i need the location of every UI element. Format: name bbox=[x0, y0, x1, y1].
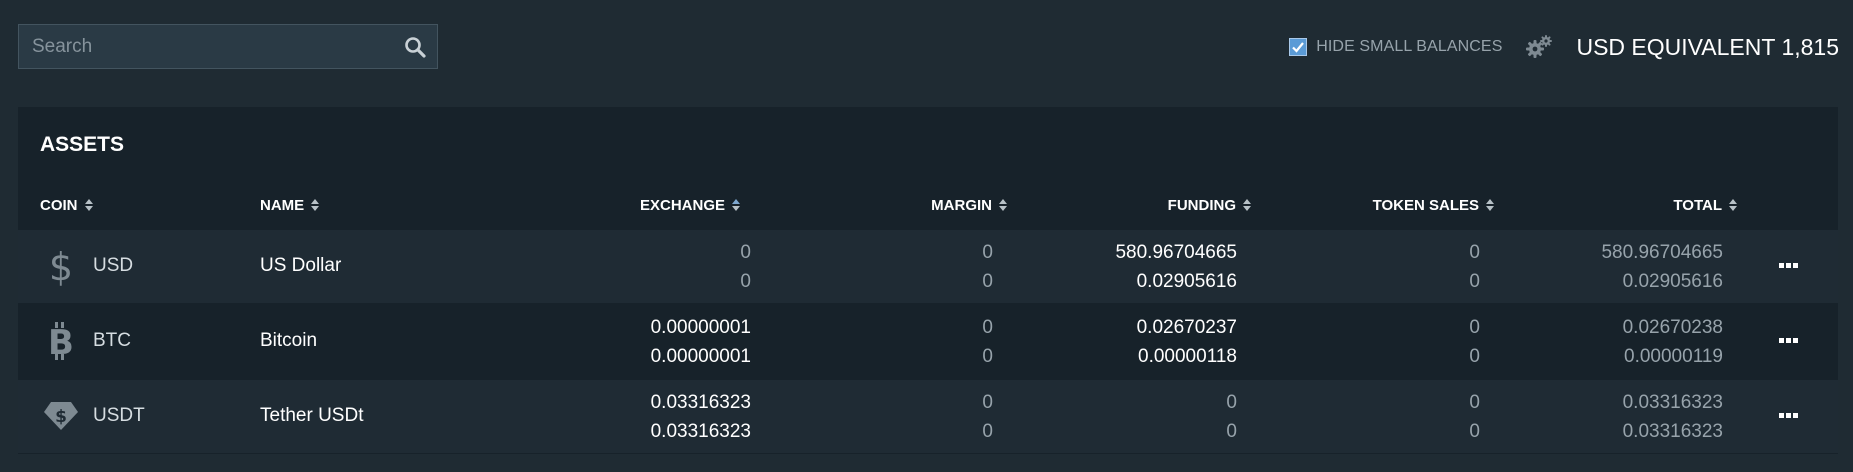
checkmark-icon bbox=[1292, 42, 1305, 53]
table-row[interactable]: B BTC Bitcoin 0.00000001 0.00000001 0 0 … bbox=[18, 305, 1838, 378]
sort-icon bbox=[731, 198, 741, 212]
more-options-icon[interactable] bbox=[1776, 333, 1802, 349]
hide-small-balances-label: HIDE SMALL BALANCES bbox=[1316, 38, 1503, 55]
funding-value: 0.00000118 bbox=[1138, 346, 1237, 367]
total-values: 0.02670238 0.00000119 bbox=[1623, 313, 1723, 371]
total-value: 0.02905616 bbox=[1622, 271, 1723, 292]
hide-small-balances-checkbox[interactable] bbox=[1289, 38, 1308, 56]
tether-icon: $ bbox=[40, 394, 82, 438]
token-sales-value: 0 bbox=[1469, 346, 1480, 367]
total-value: 0.03316323 bbox=[1622, 421, 1723, 442]
bitcoin-icon: B bbox=[40, 319, 82, 363]
top-right-controls: HIDE SMALL BALANCES USD EQUIVALENT 1,815 bbox=[1289, 28, 1839, 66]
table-row[interactable]: $ USDT Tether USDt 0.03316323 0.03316323… bbox=[18, 380, 1838, 453]
coin-name: US Dollar bbox=[260, 255, 342, 276]
column-header-name-label: NAME bbox=[260, 196, 305, 214]
assets-title: ASSETS bbox=[40, 133, 125, 156]
usd-equivalent: USD EQUIVALENT 1,815 bbox=[1576, 34, 1839, 61]
margin-value: 0 bbox=[982, 271, 993, 292]
search-icon[interactable] bbox=[393, 25, 437, 69]
more-options-icon[interactable] bbox=[1776, 258, 1802, 274]
column-header-total[interactable]: TOTAL bbox=[1673, 195, 1738, 215]
margin-value: 0 bbox=[982, 346, 993, 367]
sort-icon bbox=[1242, 198, 1252, 212]
funding-values: 0 0 bbox=[1226, 388, 1237, 446]
usd-equivalent-value: 1,815 bbox=[1781, 33, 1839, 60]
exchange-values: 0.00000001 0.00000001 bbox=[651, 313, 751, 371]
funding-values: 0.02670237 0.00000118 bbox=[1137, 313, 1237, 371]
coin-symbol: USD bbox=[93, 255, 134, 276]
token-sales-values: 0 0 bbox=[1469, 238, 1480, 296]
exchange-value: 0.03316323 bbox=[650, 421, 751, 442]
coin-symbol: BTC bbox=[93, 330, 131, 351]
sort-icon bbox=[84, 198, 94, 212]
token-sales-values: 0 0 bbox=[1469, 313, 1480, 371]
column-header-token-sales[interactable]: TOKEN SALES bbox=[1373, 195, 1495, 215]
total-value: 0.03316323 bbox=[1622, 392, 1723, 413]
funding-value: 0.02905616 bbox=[1136, 271, 1237, 292]
column-header-margin[interactable]: MARGIN bbox=[931, 195, 1008, 215]
sort-icon bbox=[1485, 198, 1495, 212]
column-header-funding-label: FUNDING bbox=[1167, 196, 1236, 214]
gear-icon[interactable] bbox=[1524, 32, 1554, 62]
token-sales-value: 0 bbox=[1469, 317, 1480, 338]
funding-value: 0 bbox=[1226, 392, 1237, 413]
column-header-coin[interactable]: COIN bbox=[40, 195, 94, 215]
search-input[interactable] bbox=[19, 25, 393, 68]
more-options-icon[interactable] bbox=[1776, 408, 1802, 424]
svg-text:$: $ bbox=[55, 407, 67, 427]
exchange-value: 0.03316323 bbox=[650, 392, 751, 413]
sort-icon bbox=[1728, 198, 1738, 212]
margin-value: 0 bbox=[982, 242, 993, 263]
margin-value: 0 bbox=[982, 392, 993, 413]
token-sales-value: 0 bbox=[1469, 242, 1480, 263]
dollar-icon: $ bbox=[40, 244, 82, 288]
token-sales-value: 0 bbox=[1469, 271, 1480, 292]
margin-value: 0 bbox=[982, 421, 993, 442]
exchange-value: 0.00000001 bbox=[650, 346, 751, 367]
margin-values: 0 0 bbox=[982, 313, 993, 371]
total-values: 580.96704665 0.02905616 bbox=[1601, 238, 1723, 296]
exchange-value: 0 bbox=[740, 271, 751, 292]
column-header-token-sales-label: TOKEN SALES bbox=[1372, 196, 1479, 214]
column-header-exchange-label: EXCHANGE bbox=[640, 196, 726, 214]
funding-values: 580.96704665 0.02905616 bbox=[1115, 238, 1237, 296]
margin-value: 0 bbox=[982, 317, 993, 338]
sort-icon bbox=[998, 198, 1008, 212]
search-box[interactable] bbox=[18, 24, 438, 69]
funding-value: 580.96704665 bbox=[1115, 242, 1237, 263]
total-value: 0.00000119 bbox=[1624, 346, 1723, 367]
coin-name: Tether USDt bbox=[260, 405, 364, 426]
margin-values: 0 0 bbox=[982, 388, 993, 446]
usd-equivalent-label: USD EQUIVALENT bbox=[1576, 33, 1776, 60]
column-header-coin-label: COIN bbox=[40, 196, 78, 214]
table-row[interactable]: $ USD US Dollar 0 0 0 0 580.96704665 0.0… bbox=[18, 230, 1838, 303]
column-header-funding[interactable]: FUNDING bbox=[1168, 195, 1252, 215]
funding-value: 0 bbox=[1226, 421, 1237, 442]
coin-name: Bitcoin bbox=[260, 330, 318, 351]
exchange-value: 0 bbox=[740, 242, 751, 263]
funding-value: 0.02670237 bbox=[1136, 317, 1237, 338]
token-sales-value: 0 bbox=[1469, 421, 1480, 442]
token-sales-values: 0 0 bbox=[1469, 388, 1480, 446]
margin-values: 0 0 bbox=[982, 238, 993, 296]
exchange-value: 0.00000001 bbox=[650, 317, 751, 338]
coin-symbol: USDT bbox=[93, 405, 145, 426]
exchange-values: 0 0 bbox=[740, 238, 751, 296]
svg-text:$: $ bbox=[49, 246, 73, 286]
column-header-name[interactable]: NAME bbox=[260, 195, 320, 215]
total-value: 0.02670238 bbox=[1622, 317, 1723, 338]
column-header-total-label: TOTAL bbox=[1673, 196, 1722, 214]
column-header-margin-label: MARGIN bbox=[931, 196, 992, 214]
token-sales-value: 0 bbox=[1469, 392, 1480, 413]
column-header-exchange[interactable]: EXCHANGE bbox=[640, 195, 741, 215]
hide-small-balances-toggle[interactable]: HIDE SMALL BALANCES bbox=[1289, 38, 1502, 56]
total-value: 580.96704665 bbox=[1601, 242, 1723, 263]
assets-panel: ASSETS COIN NAME EXCHANGE MARGIN FUNDING… bbox=[18, 107, 1838, 454]
exchange-values: 0.03316323 0.03316323 bbox=[651, 388, 751, 446]
total-values: 0.03316323 0.03316323 bbox=[1623, 388, 1723, 446]
sort-icon bbox=[310, 198, 320, 212]
